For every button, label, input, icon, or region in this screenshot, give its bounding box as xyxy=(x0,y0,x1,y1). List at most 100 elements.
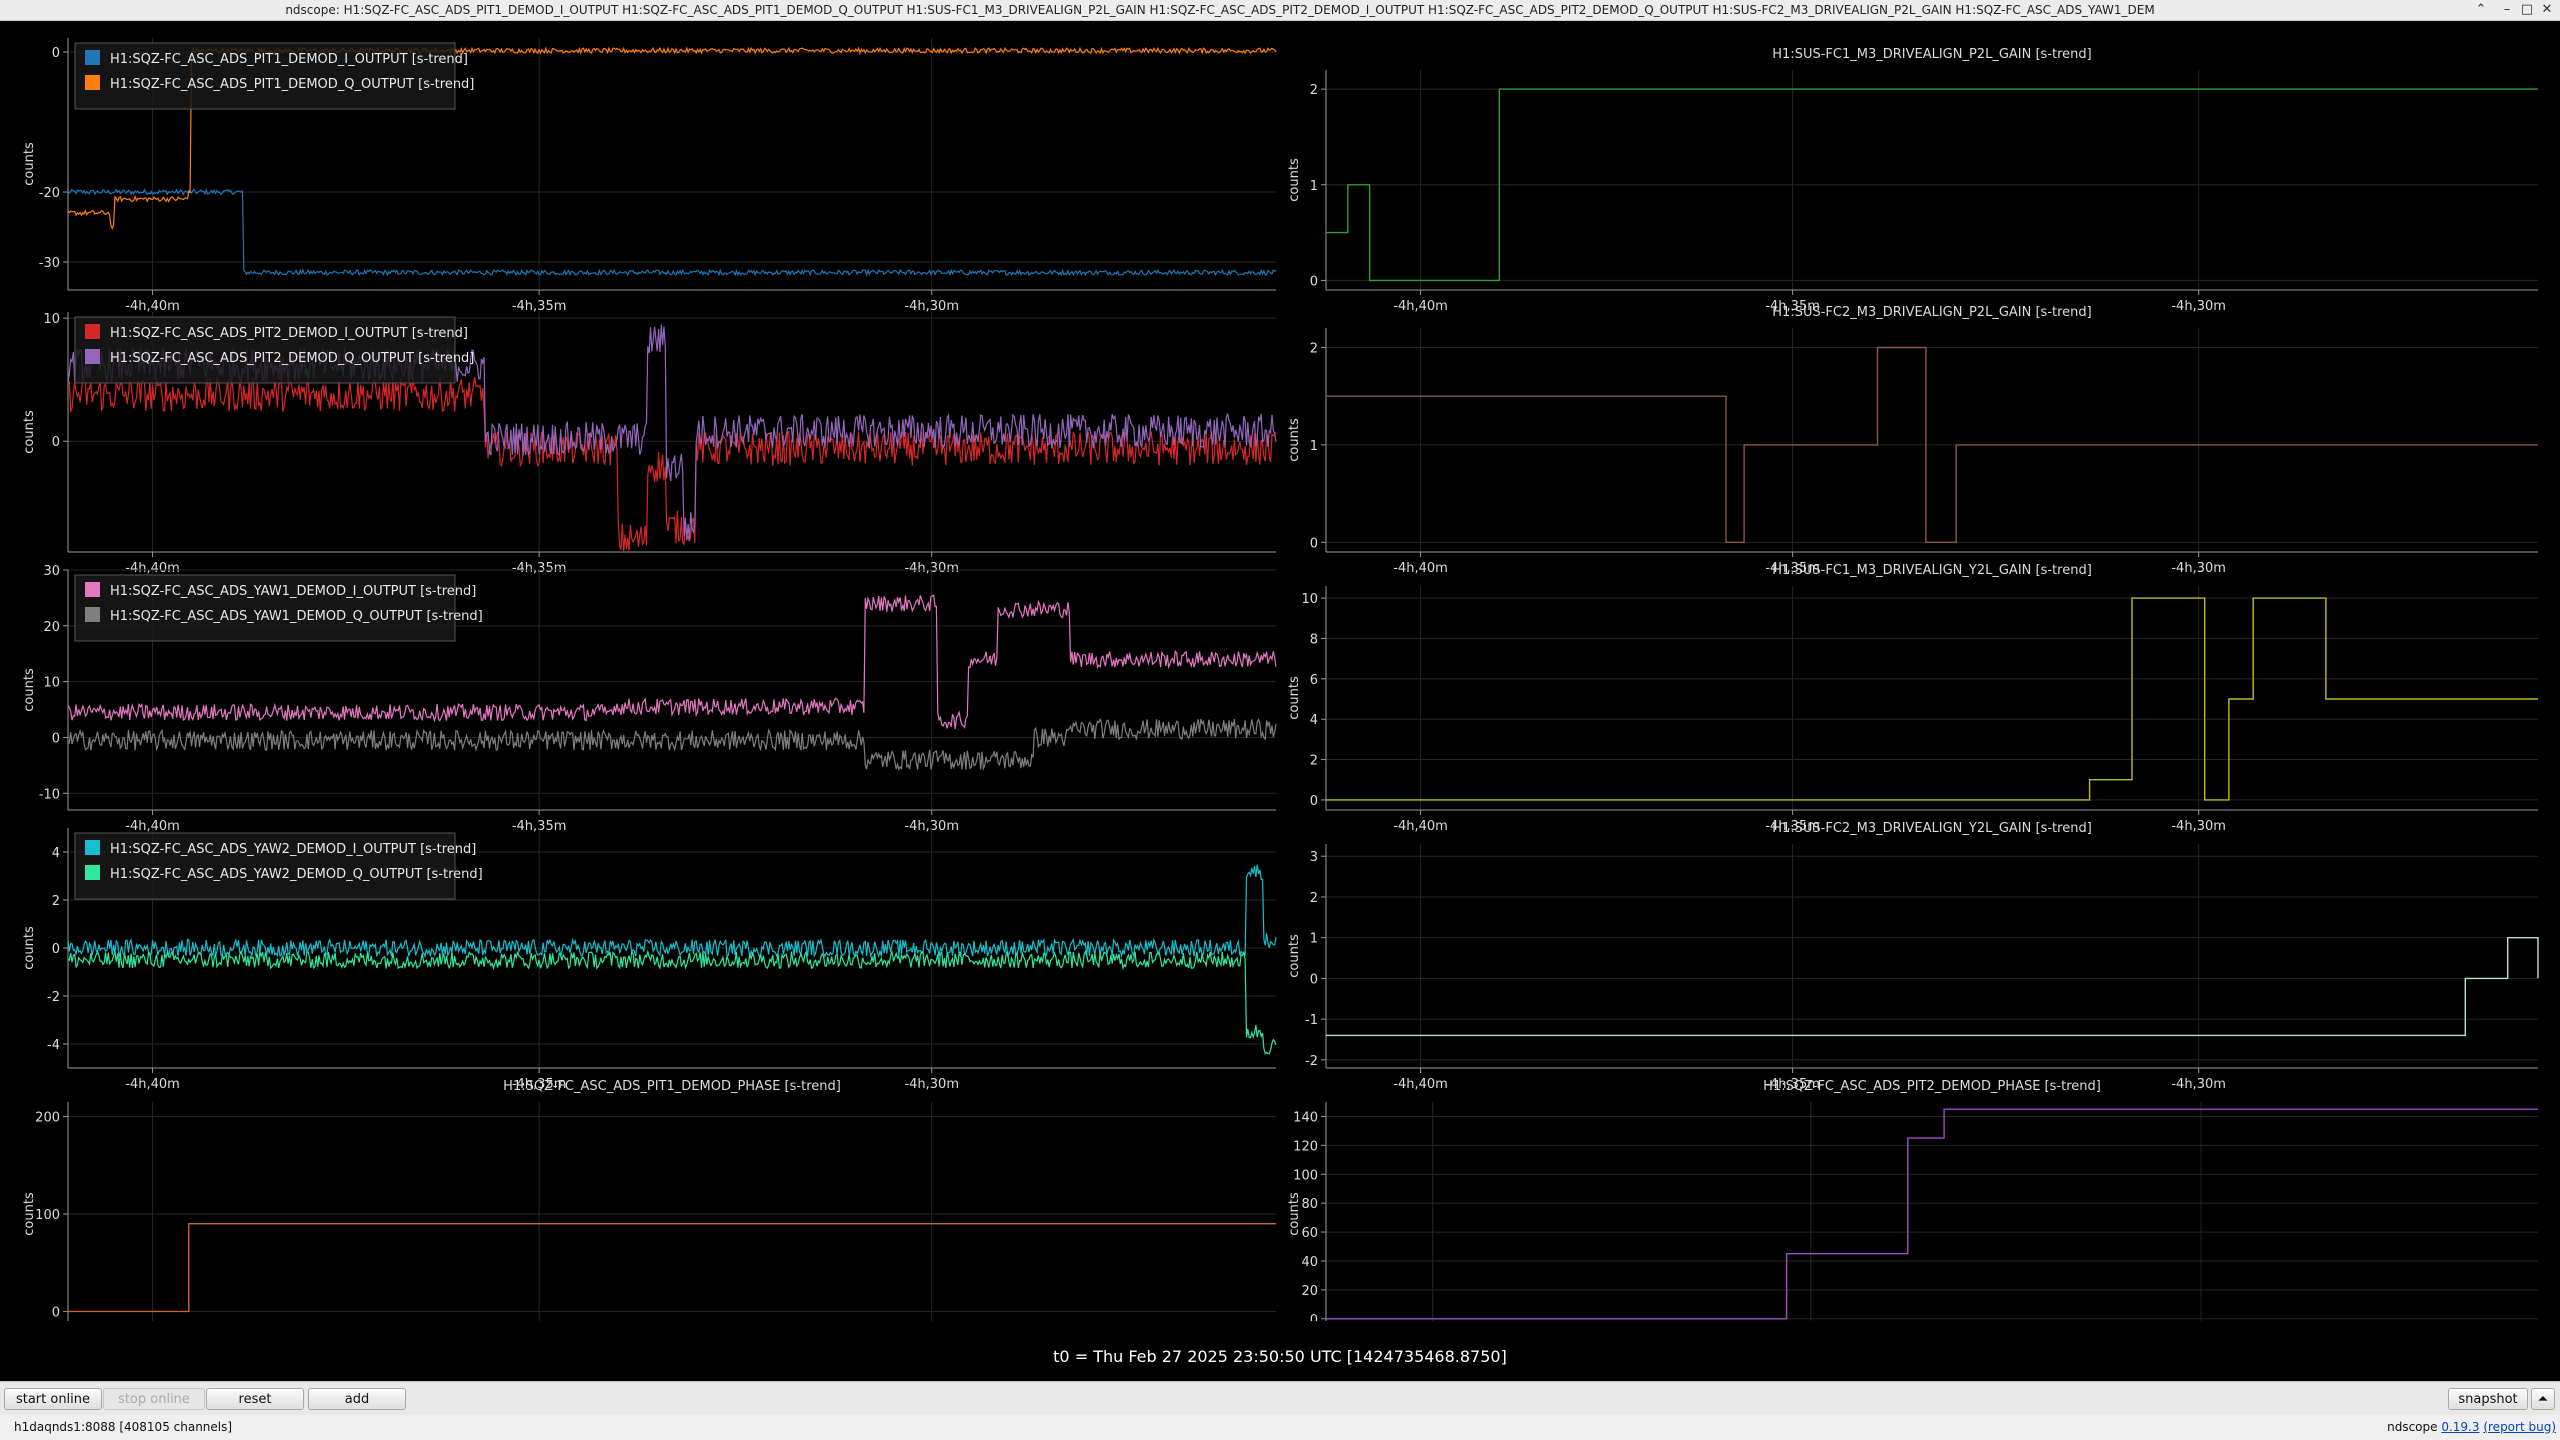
y-tick-label: 0 xyxy=(1310,972,1318,987)
y-axis-label: counts xyxy=(22,410,37,454)
snapshot-button[interactable]: snapshot xyxy=(2448,1388,2528,1410)
legend: H1:SQZ-FC_ASC_ADS_YAW2_DEMOD_I_OUTPUT [s… xyxy=(74,832,483,900)
y-tick-label: 30 xyxy=(43,564,60,579)
legend-swatch xyxy=(85,582,100,597)
legend: H1:SQZ-FC_ASC_ADS_PIT1_DEMOD_I_OUTPUT [s… xyxy=(74,42,474,110)
reset-button[interactable]: reset xyxy=(206,1388,304,1410)
series-trace xyxy=(67,949,1277,1055)
legend-label: H1:SQZ-FC_ASC_ADS_PIT1_DEMOD_Q_OUTPUT [s… xyxy=(110,77,474,92)
legend-label: H1:SQZ-FC_ASC_ADS_PIT1_DEMOD_I_OUTPUT [s… xyxy=(110,52,468,67)
close-button[interactable]: ✕ xyxy=(2534,0,2560,20)
legend-label: H1:SQZ-FC_ASC_ADS_YAW1_DEMOD_Q_OUTPUT [s… xyxy=(110,609,483,624)
y-tick-label: 0 xyxy=(52,942,60,957)
y-tick-label: 2 xyxy=(1310,891,1318,906)
y-tick-label: 0 xyxy=(52,731,60,746)
legend-swatch xyxy=(85,865,100,880)
y-tick-label: -20 xyxy=(39,186,60,201)
stop-online-button[interactable]: stop online xyxy=(103,1388,205,1410)
x-tick-label: -4h,30m xyxy=(2171,299,2226,314)
y-tick-label: 0 xyxy=(1310,794,1318,809)
y-tick-label: 2 xyxy=(1310,83,1318,98)
y-tick-label: 3 xyxy=(1310,850,1318,865)
y-tick-label: 1 xyxy=(1310,179,1318,194)
version-prefix: ndscope xyxy=(2387,1420,2442,1434)
plot-fc2-p2l-gain[interactable]: 012-4h,40m -4h,35m -4h,30mcountsH1:SUS-FC2… xyxy=(1287,305,2538,576)
x-tick-label: -4h,35m xyxy=(512,299,567,314)
y-tick-label: 8 xyxy=(1310,632,1318,647)
menu-arrow-icon[interactable]: ⏶ xyxy=(2531,1388,2555,1410)
y-axis-label: counts xyxy=(1287,676,1302,720)
version-info: ndscope 0.19.3 (report bug) xyxy=(2387,1420,2556,1434)
add-channels-button[interactable]: add channels xyxy=(308,1388,406,1429)
y-tick-label: 1 xyxy=(1310,439,1318,454)
series-trace xyxy=(1326,1108,2538,1320)
legend-swatch xyxy=(85,607,100,622)
x-tick-label: -4h,40m xyxy=(1393,1077,1448,1092)
y-tick-label: 4 xyxy=(52,846,60,861)
legend-swatch xyxy=(85,50,100,65)
y-tick-label: 10 xyxy=(43,312,60,327)
y-tick-label: -2 xyxy=(47,990,60,1005)
legend-label: H1:SQZ-FC_ASC_ADS_YAW1_DEMOD_I_OUTPUT [s… xyxy=(110,584,476,599)
legend-swatch xyxy=(85,324,100,339)
x-tick-label: -4h,30m xyxy=(2171,561,2226,576)
y-tick-label: 80 xyxy=(1301,1197,1318,1212)
y-axis-label: counts xyxy=(22,926,37,970)
y-tick-label: 2 xyxy=(1310,341,1318,356)
y-tick-label: -4 xyxy=(47,1038,60,1053)
legend-label: H1:SQZ-FC_ASC_ADS_PIT2_DEMOD_I_OUTPUT [s… xyxy=(110,326,468,341)
y-tick-label: 10 xyxy=(43,676,60,691)
y-tick-label: 2 xyxy=(52,894,60,909)
report-bug-link[interactable]: (report bug) xyxy=(2483,1420,2556,1434)
plot-fc1-p2l-gain[interactable]: 012-4h,40m -4h,35m -4h,30mcountsH1:SUS-FC1… xyxy=(1287,47,2538,314)
series-trace xyxy=(1326,597,2538,801)
status-bar: h1daqnds1:8088 [408105 channels] ndscope… xyxy=(0,1415,2560,1440)
collapse-icon[interactable]: ⌃ xyxy=(2468,0,2494,20)
plot-pit2-demod-phase[interactable]: 140120100806040200-4h,40m-4h,35m-4h,30mc… xyxy=(1287,1079,2538,1321)
y-tick-label: 0 xyxy=(1310,536,1318,551)
plots-canvas[interactable]: 0-20-30-4h,40m -4h,35m -4h,30mcountsH1:SQZ… xyxy=(0,21,2560,1321)
series-trace xyxy=(68,1223,1276,1313)
y-axis-label: counts xyxy=(1287,934,1302,978)
start-online-button[interactable]: start online xyxy=(4,1388,102,1410)
plot-pit1-demod[interactable]: 0 -20 -30 -4h,40m -4h,35m -4h,30m counts H1:SQZ… xyxy=(22,38,1277,314)
version-link[interactable]: 0.19.3 xyxy=(2441,1420,2479,1434)
plot-pit2-demod[interactable]: 100-4h,40m -4h,35m -4h,30mcountsH1:SQZ-FC_… xyxy=(22,312,1277,576)
y-axis-label: counts xyxy=(22,668,37,712)
y-tick-label: 100 xyxy=(35,1208,60,1223)
plot-fc2-y2l-gain[interactable]: 3210-1-2-4h,40m -4h,35m -4h,30mcountsH1:SU… xyxy=(1287,821,2539,1092)
plot-fc1-y2l-gain[interactable]: 0246810-4h,40m -4h,35m -4h,30mcountsH1:SUS… xyxy=(1287,563,2538,834)
x-tick-label: -4h,30m xyxy=(904,299,959,314)
plot-yaw2-demod[interactable]: 420-2-4-4h,40m -4h,35m -4h,30mcountsH1:SQZ… xyxy=(22,828,1277,1092)
series-trace xyxy=(1326,937,2539,1037)
y-tick-label: 100 xyxy=(1293,1168,1318,1183)
x-tick-label: -4h,40m xyxy=(1393,819,1448,834)
y-tick-label: 0 xyxy=(52,435,60,450)
legend-label: H1:SQZ-FC_ASC_ADS_YAW2_DEMOD_I_OUTPUT [s… xyxy=(110,842,476,857)
plot-yaw1-demod[interactable]: 3020100-10-4h,40m -4h,35m -4h,30mcountsH1:… xyxy=(22,564,1277,834)
y-tick-label: 1 xyxy=(1310,932,1318,947)
legend-swatch xyxy=(85,75,100,90)
y-tick-label: -1 xyxy=(1305,1013,1318,1028)
y-tick-label: 140 xyxy=(1293,1110,1318,1125)
y-axis-label: counts xyxy=(1287,1192,1302,1236)
y-tick-label: 4 xyxy=(1310,713,1318,728)
legend-swatch xyxy=(85,840,100,855)
y-tick-label: -10 xyxy=(39,787,60,802)
y-tick-label: 2 xyxy=(1310,754,1318,769)
plot-area: 0 -20 -30 -4h,40m -4h,35m -4h,30m counts H1:SQZ… xyxy=(0,21,2560,1381)
plot-title: H1:SQZ-FC_ASC_ADS_PIT2_DEMOD_PHASE [s-tr… xyxy=(1763,1079,2101,1094)
y-axis-label: counts xyxy=(1287,158,1302,202)
plot-title: H1:SUS-FC1_M3_DRIVEALIGN_Y2L_GAIN [s-tre… xyxy=(1772,563,2092,578)
x-tick-label: -4h,40m xyxy=(125,1077,180,1092)
plot-title: H1:SQZ-FC_ASC_ADS_PIT1_DEMOD_PHASE [s-tr… xyxy=(503,1079,841,1094)
y-tick-label: -2 xyxy=(1305,1054,1318,1069)
y-tick-label: 40 xyxy=(1301,1255,1318,1270)
legend-swatch xyxy=(85,349,100,364)
plot-pit1-demod-phase[interactable]: 2001000-4h,40m-4h,35m-4h,30mcountsH1:SQZ… xyxy=(22,1079,1276,1321)
plot-title: H1:SUS-FC2_M3_DRIVEALIGN_P2L_GAIN [s-tre… xyxy=(1772,305,2091,320)
legend-label: H1:SQZ-FC_ASC_ADS_YAW2_DEMOD_Q_OUTPUT [s… xyxy=(110,867,483,882)
title-bar: ndscope: H1:SQZ-FC_ASC_ADS_PIT1_DEMOD_I_… xyxy=(0,0,2560,21)
legend: H1:SQZ-FC_ASC_ADS_YAW1_DEMOD_I_OUTPUT [s… xyxy=(74,574,483,642)
y-tick-label: 0 xyxy=(52,1305,60,1320)
